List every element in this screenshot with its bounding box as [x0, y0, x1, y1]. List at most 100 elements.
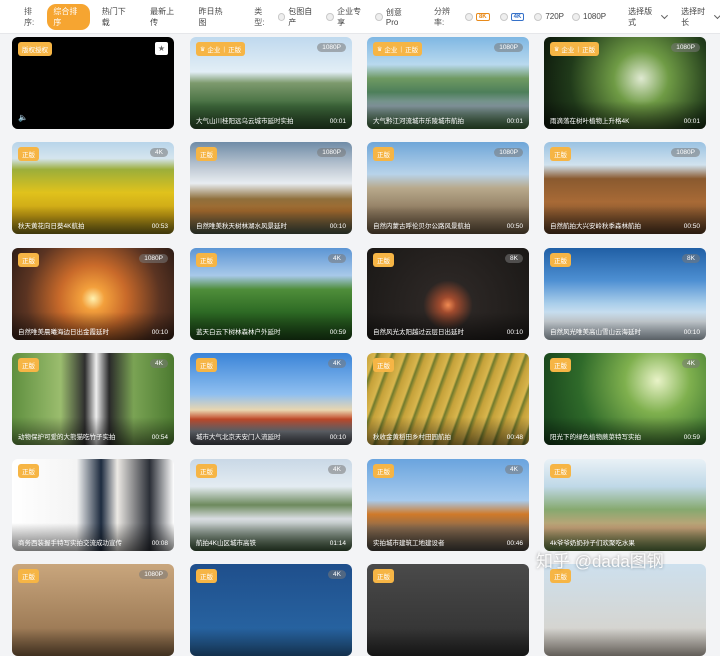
crown-icon: ♛	[554, 46, 560, 53]
resolution-badge: 1080P	[671, 43, 700, 52]
sort-option-comprehensive[interactable]: 综合排序	[47, 3, 90, 30]
video-card[interactable]: ♛ 企业 | 正版 1080P 雨滴落在树叶植物上升格4K 00:01	[544, 37, 706, 129]
radio-icon	[464, 12, 473, 21]
video-card[interactable]: 正版 4k爷爷奶奶孙子们欢聚吃水果	[544, 459, 706, 551]
resolution-option-1080p[interactable]: 1080P	[572, 12, 606, 21]
type-label: 类型:	[254, 6, 265, 27]
license-badge: 版权授权	[18, 42, 52, 56]
video-card[interactable]: 正版	[367, 564, 529, 656]
video-title: 自然航拍大兴安岭秋季森林航拍	[550, 223, 641, 230]
video-card[interactable]: 正版 1080P 自然唯美秋天树林湖水风景延时 00:10	[190, 142, 352, 234]
filter-bar: 排序: 综合排序 热门下载 最新上传 昨日热图 类型: 包图自产 企业专享 创意…	[0, 0, 720, 34]
format-dropdown[interactable]: 选择版式	[628, 6, 669, 28]
video-card[interactable]: 正版 4K 阳光下的绿色植物蕨菜特写实拍 00:59	[544, 353, 706, 445]
video-card[interactable]: 正版 1080P 自然航拍大兴安岭秋季森林航拍 00:50	[544, 142, 706, 234]
video-duration: 00:01	[506, 118, 523, 125]
video-duration: 00:08	[151, 540, 168, 547]
favorite-icon[interactable]: ★	[155, 42, 168, 55]
resolution-option-720p[interactable]: 720P	[534, 12, 564, 21]
video-duration: 01:14	[329, 540, 346, 547]
type-option-label: 企业专享	[337, 6, 362, 27]
type-option-label: 包图自产	[288, 6, 313, 27]
video-card[interactable]: ♛ 企业 | 正版 1080P 大气黔江河流城市乐陵城市航拍 00:01	[367, 37, 529, 129]
resolution-badge: 8K	[505, 254, 523, 263]
license-badge-label: 正版	[582, 47, 596, 54]
license-badge: 正版	[18, 147, 39, 161]
video-card[interactable]: 正版 秋收金黄稻田乡村田园航拍 00:48	[367, 353, 529, 445]
resolution-option-label: 720P	[545, 12, 564, 21]
video-card[interactable]: 正版 4K 秋天黄花向日葵4K航拍 00:53	[12, 142, 174, 234]
enterprise-label: 企业	[561, 47, 575, 54]
license-badge: 正版	[373, 569, 394, 583]
license-badge: ♛ 企业 | 正版	[550, 42, 600, 56]
resolution-badge: 1080P	[317, 43, 346, 52]
license-badge-label: 正版	[22, 258, 35, 265]
video-card[interactable]: 正版 4K 蓝天白云下树林森林户外延时 00:59	[190, 248, 352, 340]
video-card[interactable]: ♛ 企业 | 正版 1080P 大气山川桂阳远乌云城市延时实拍 00:01	[190, 37, 352, 129]
video-title: 自然唯美秋天树林湖水风景延时	[196, 223, 287, 230]
video-duration: 00:01	[683, 118, 700, 125]
enterprise-label: 企业	[384, 47, 398, 54]
video-card[interactable]: 正版 4K 航拍4K山区城市高铁 01:14	[190, 459, 352, 551]
license-badge-label: 正版	[377, 152, 390, 159]
video-card[interactable]: 正版 4K	[190, 564, 352, 656]
badge-divider: |	[223, 45, 226, 53]
type-option-original[interactable]: 包图自产	[277, 6, 319, 28]
video-title: 城市大气北京天安门人流延时	[196, 434, 281, 441]
license-badge-label: 正版	[200, 469, 213, 476]
video-card[interactable]: 正版 商务西装握手特写实拍交流成功宣传 00:08	[12, 459, 174, 551]
resolution-option-8k[interactable]: 8K	[464, 12, 492, 21]
resolution-badge: 4K	[150, 148, 168, 157]
license-badge: 正版	[196, 569, 217, 583]
caption-shade	[12, 628, 174, 656]
video-duration: 00:50	[683, 223, 700, 230]
duration-dropdown[interactable]: 选择时长	[681, 6, 720, 28]
sort-option-yesterday-hot[interactable]: 昨日热图	[193, 4, 235, 30]
resolution-option-4k[interactable]: 4K	[499, 12, 527, 21]
video-card[interactable]: 正版 4K 动物保护可爱的大熊猫吃竹子实拍 00:54	[12, 353, 174, 445]
license-badge: 正版	[550, 358, 571, 372]
video-title: 蓝天白云下树林森林户外延时	[196, 329, 281, 336]
video-card[interactable]: 正版 1080P 自然内蒙古呼伦贝尔公路风景航拍 00:50	[367, 142, 529, 234]
caption-shade	[12, 101, 174, 129]
video-duration: 00:10	[151, 329, 168, 336]
license-badge-label: 正版	[405, 47, 419, 54]
video-duration: 00:10	[329, 223, 346, 230]
video-card[interactable]: 正版 1080P 自然唯美晨曦海边日出金霞延时 00:10	[12, 248, 174, 340]
video-card[interactable]: 正版 4K 实拍城市建筑工地建设者 00:46	[367, 459, 529, 551]
license-badge-label: 正版	[22, 469, 35, 476]
video-card[interactable]: 正版 1080P	[12, 564, 174, 656]
enterprise-label: 企业	[207, 47, 221, 54]
license-badge-label: 正版	[22, 363, 35, 370]
video-duration: 00:10	[506, 329, 523, 336]
type-option-enterprise[interactable]: 企业专享	[326, 6, 367, 28]
video-card[interactable]: 正版 8K 自然风光唯美高山雪山云海延时 00:10	[544, 248, 706, 340]
sort-option-latest[interactable]: 最新上传	[144, 4, 186, 30]
license-badge: 正版	[373, 253, 394, 267]
sort-option-hot-download[interactable]: 热门下载	[96, 4, 138, 30]
resolution-badge: 4K	[682, 359, 700, 368]
video-duration: 00:54	[151, 434, 168, 441]
type-option-creative-pro[interactable]: 创意Pro	[375, 7, 412, 27]
video-card[interactable]: 正版 8K 自然风光太阳越过云层日出延时 00:10	[367, 248, 529, 340]
license-badge-label: 正版	[377, 574, 390, 581]
video-title: 阳光下的绿色植物蕨菜特写实拍	[550, 434, 641, 441]
license-badge: 正版	[18, 358, 39, 372]
video-duration: 00:01	[329, 118, 346, 125]
video-duration: 00:10	[683, 329, 700, 336]
license-badge: 正版	[18, 464, 39, 478]
license-badge-label: 正版	[22, 152, 35, 159]
format-dropdown-label: 选择版式	[628, 6, 653, 27]
license-badge-label: 正版	[377, 363, 390, 370]
volume-icon[interactable]: 🔈	[18, 113, 28, 122]
resolution-badge: 1080P	[494, 43, 523, 52]
video-duration: 00:59	[683, 434, 700, 441]
duration-dropdown-label: 选择时长	[681, 6, 706, 27]
resolution-badge: 4K	[505, 465, 523, 474]
video-card[interactable]: 正版 4K 城市大气北京天安门人流延时 00:10	[190, 353, 352, 445]
license-badge: ♛ 企业 | 正版	[373, 42, 423, 56]
video-card[interactable]: 版权授权 ★ 🔈	[12, 37, 174, 129]
video-card[interactable]: 正版	[544, 564, 706, 656]
badge-divider: |	[400, 45, 403, 53]
radio-icon	[326, 12, 335, 21]
